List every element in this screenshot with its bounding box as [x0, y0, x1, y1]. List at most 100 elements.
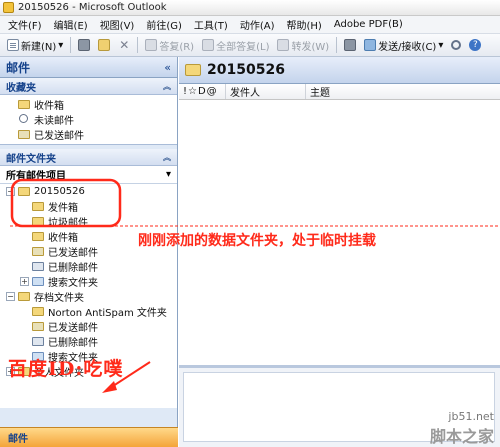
data-file-icon: [18, 187, 30, 196]
site-watermark: jb51.net 脚本之家: [430, 410, 494, 447]
reply-all-icon: [202, 39, 215, 51]
print-icon: [78, 39, 91, 51]
main-pane: 20150526 !☆D@ 发件人 主题: [179, 57, 500, 447]
collapse-pane-icon[interactable]: «: [164, 61, 171, 74]
send-receive-icon: [364, 39, 377, 51]
help-button[interactable]: ?: [466, 38, 484, 52]
tree-item-search-folders[interactable]: + 搜索文件夹: [0, 274, 177, 289]
tree-item-label: 存档文件夹: [34, 293, 84, 304]
deleted-items-icon: [32, 262, 44, 271]
favorite-item-inbox[interactable]: 收件箱: [0, 97, 177, 112]
collapse-icon[interactable]: −: [6, 292, 15, 301]
reply-all-button-label: 全部答复(L): [216, 41, 270, 53]
menu-tools[interactable]: 工具(T): [188, 17, 234, 32]
mail-folders-section-header[interactable]: 邮件文件夹 ︽: [0, 149, 177, 166]
send-receive-button[interactable]: 发送/接收(C) ▾: [361, 37, 446, 54]
tree-item-label: 搜索文件夹: [48, 278, 98, 289]
tree-item-label: Norton AntiSpam 文件夹: [48, 308, 167, 319]
collapse-icon[interactable]: −: [6, 187, 15, 196]
move-to-folder-button[interactable]: [95, 38, 113, 52]
chevron-up-icon[interactable]: ︽: [163, 81, 171, 92]
standard-toolbar: 新建(N) ▾ ✕ 答复(R) 全部答复(L) 转发(W) 发送/接收(C) ▾…: [0, 34, 500, 57]
folder-icon: [185, 64, 201, 76]
tree-item-pst-root[interactable]: − 20150526: [0, 184, 177, 199]
message-list-header: !☆D@ 发件人 主题: [179, 84, 500, 100]
find-button[interactable]: [448, 39, 464, 51]
navigation-pane: 邮件 « 收藏夹 ︽ 收件箱 未读邮件 已发送邮件 邮件文件夹 ︽ 所有邮件项目…: [0, 57, 178, 447]
tree-item-label: 已发送邮件: [48, 323, 98, 334]
all-mail-items-dropdown[interactable]: 所有邮件项目 ▾: [0, 166, 177, 184]
tree-item-deleted[interactable]: 已删除邮件: [0, 259, 177, 274]
menu-edit[interactable]: 编辑(E): [48, 17, 94, 32]
search-folder-icon: [32, 277, 44, 286]
tree-item-label: 已删除邮件: [48, 338, 98, 349]
tree-item-norton-antispam[interactable]: Norton AntiSpam 文件夹: [0, 304, 177, 319]
tree-item-junk[interactable]: 垃圾邮件: [0, 214, 177, 229]
column-header-icons[interactable]: !☆D@: [179, 86, 225, 97]
favorite-item-sent[interactable]: 已发送邮件: [0, 127, 177, 142]
tree-item-label: 收件箱: [48, 233, 78, 244]
menu-adobe-pdf[interactable]: Adobe PDF(B): [328, 19, 409, 30]
send-receive-button-label: 发送/接收(C): [378, 41, 437, 53]
categorize-button[interactable]: [341, 38, 359, 52]
favorite-item-unread[interactable]: 未读邮件: [0, 112, 177, 127]
favorites-list: 收件箱 未读邮件 已发送邮件: [0, 95, 177, 145]
mail-nav-label: 邮件: [8, 434, 28, 445]
deleted-items-icon: [32, 337, 44, 346]
tree-item-label: 发件箱: [48, 203, 78, 214]
forward-button[interactable]: 转发(W): [274, 37, 332, 54]
chevron-down-icon: ▾: [165, 169, 171, 180]
favorites-section-header[interactable]: 收藏夹 ︽: [0, 78, 177, 95]
menu-view[interactable]: 视图(V): [94, 17, 141, 32]
column-header-from[interactable]: 发件人: [225, 84, 305, 99]
categorize-icon: [344, 39, 357, 51]
favorite-item-label: 收件箱: [34, 101, 64, 112]
inbox-folder-icon: [32, 232, 44, 241]
print-button[interactable]: [75, 38, 93, 52]
sent-folder-icon: [32, 322, 44, 331]
tree-item-archive[interactable]: − 存档文件夹: [0, 289, 177, 304]
toolbar-separator: [336, 37, 338, 53]
chevron-down-icon: ▾: [58, 39, 64, 51]
nav-pane-header: 邮件 «: [0, 57, 177, 78]
site-watermark-big: 脚本之家: [429, 427, 494, 446]
reply-button-label: 答复(R): [159, 41, 195, 53]
menu-go[interactable]: 前往(G): [140, 17, 188, 32]
tree-item-label: 已删除邮件: [48, 263, 98, 274]
menu-help[interactable]: 帮助(H): [280, 17, 327, 32]
reply-button[interactable]: 答复(R): [142, 37, 197, 54]
tree-item-archive-deleted[interactable]: 已删除邮件: [0, 334, 177, 349]
message-list[interactable]: [179, 101, 500, 357]
column-header-subject[interactable]: 主题: [305, 84, 330, 99]
toolbar-separator: [70, 37, 72, 53]
tree-item-archive-sent[interactable]: 已发送邮件: [0, 319, 177, 334]
reply-icon: [145, 39, 158, 51]
delete-icon: ✕: [119, 38, 130, 52]
forward-button-label: 转发(W): [291, 41, 330, 53]
menu-file[interactable]: 文件(F): [2, 17, 48, 32]
tree-item-label: 垃圾邮件: [48, 218, 88, 229]
mail-folders-title: 邮件文件夹: [6, 153, 56, 165]
title-bar: 20150526 - Microsoft Outlook: [0, 0, 500, 16]
folder-title: 20150526: [207, 62, 285, 78]
move-folder-icon: [98, 39, 111, 51]
favorite-item-label: 未读邮件: [34, 116, 74, 127]
menu-actions[interactable]: 动作(A): [234, 17, 281, 32]
archive-folder-icon: [18, 292, 30, 301]
new-item-icon: [7, 39, 19, 51]
chevron-up-icon[interactable]: ︽: [163, 152, 171, 163]
delete-button[interactable]: ✕: [115, 38, 133, 52]
new-button[interactable]: 新建(N) ▾: [4, 37, 66, 54]
reply-all-button[interactable]: 全部答复(L): [199, 37, 272, 54]
tree-item-outbox[interactable]: 发件箱: [0, 199, 177, 214]
expand-icon[interactable]: +: [20, 277, 29, 286]
tree-item-label: 已发送邮件: [48, 248, 98, 259]
inbox-folder-icon: [18, 100, 30, 109]
outlook-app-icon: [3, 2, 14, 13]
menu-bar: 文件(F) 编辑(E) 视图(V) 前往(G) 工具(T) 动作(A) 帮助(H…: [0, 16, 500, 34]
help-icon: ?: [469, 39, 482, 51]
all-mail-items-label: 所有邮件项目: [6, 171, 66, 182]
site-watermark-small: jb51.net: [448, 410, 494, 423]
annotation-note: 刚刚添加的数据文件夹，处于临时挂载: [138, 233, 376, 249]
mail-nav-button[interactable]: 邮件: [0, 427, 178, 447]
